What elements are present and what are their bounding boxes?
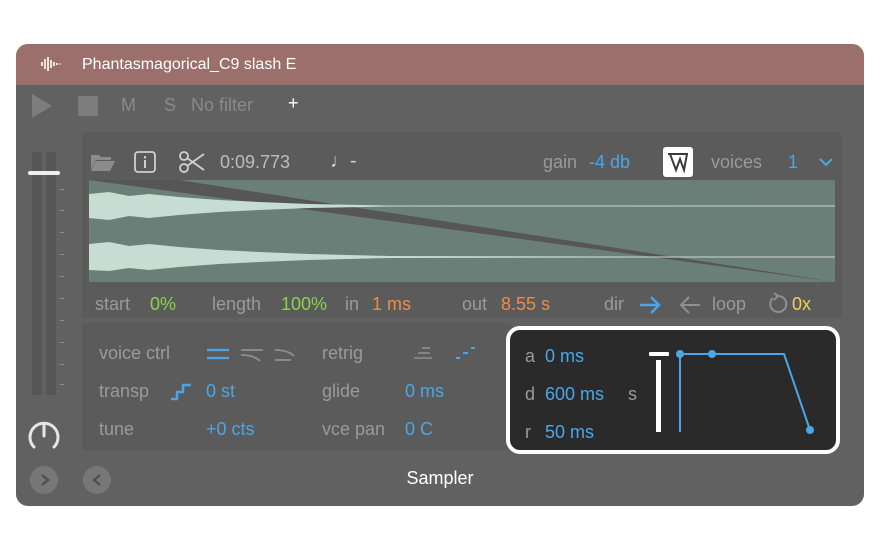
length-label: length (212, 294, 262, 314)
sustain-slider[interactable] (656, 360, 661, 432)
transp-label: transp (99, 381, 150, 401)
level-meter[interactable] (32, 152, 58, 395)
dir-label: dir (604, 294, 625, 314)
voice-panel: voice ctrl retrig transp 0 st glide 0 ms… (82, 323, 512, 451)
decay-value[interactable]: 600 ms (545, 384, 604, 405)
vce-pan-label: vce pan (322, 419, 386, 439)
gain-value[interactable]: -4 db (589, 152, 630, 173)
release-handle[interactable] (806, 426, 814, 434)
adsr-envelope-graph[interactable] (672, 344, 822, 444)
sustain-slider-cap[interactable] (649, 352, 669, 356)
start-value[interactable]: 0% (150, 294, 176, 315)
out-label: out (462, 294, 488, 314)
add-filter-button[interactable]: + (288, 93, 299, 114)
arrow-right-icon[interactable] (638, 295, 662, 315)
info-icon[interactable] (133, 150, 157, 174)
release-value[interactable]: 50 ms (545, 422, 594, 443)
loop-icon[interactable] (766, 292, 790, 316)
device-title: Phantasmagorical_C9 slash E (82, 56, 297, 73)
play-icon[interactable] (30, 93, 54, 119)
decay-label: d (525, 384, 536, 404)
chevron-down-icon[interactable] (819, 157, 833, 167)
stop-button[interactable] (78, 96, 98, 116)
gain-label: gain (543, 152, 578, 172)
pan-knob-icon[interactable] (26, 418, 62, 454)
mute-button[interactable]: M (121, 95, 136, 116)
decay-handle[interactable] (708, 350, 716, 358)
voices-label: voices (711, 152, 763, 172)
arrow-left-icon[interactable] (678, 295, 702, 315)
glide-value[interactable]: 0 ms (405, 381, 444, 402)
transpose-step-icon[interactable] (170, 382, 192, 402)
loop-count[interactable]: 0x (792, 294, 811, 315)
sample-panel: 0:09.773 ♩- gain -4 db voices 1 start 0%… (82, 132, 842, 318)
voices-value[interactable]: 1 (788, 152, 798, 173)
fade-in-value[interactable]: 1 ms (372, 294, 411, 315)
scissors-icon[interactable] (178, 150, 206, 174)
fade-out-value[interactable]: 8.55 s (501, 294, 550, 315)
volume-fader-handle[interactable] (28, 171, 60, 175)
loop-label: loop (712, 294, 747, 314)
release-label: r (525, 422, 531, 442)
transp-value[interactable]: 0 st (206, 381, 235, 402)
attack-label: a (525, 346, 536, 366)
envelope-panel: a 0 ms d 600 ms s r 50 ms (506, 326, 840, 454)
folder-open-icon[interactable] (90, 152, 116, 172)
glide-label: glide (322, 381, 361, 401)
attack-value[interactable]: 0 ms (545, 346, 584, 367)
vce-pan-value[interactable]: 0 C (405, 419, 433, 440)
transport-bar: M S No filter + (16, 85, 864, 125)
voice-mode-parallel-icon[interactable] (206, 347, 230, 361)
retrig-label: retrig (322, 343, 364, 363)
tune-label: tune (99, 419, 135, 439)
clip-duration: 0:09.773 (220, 152, 291, 172)
waveform-display[interactable] (89, 180, 835, 282)
device-name: Sampler (406, 468, 474, 488)
tempo-note-icon[interactable]: ♩- (330, 150, 357, 173)
warp-mode-icon[interactable] (663, 147, 693, 177)
attack-handle[interactable] (676, 350, 684, 358)
in-label: in (345, 294, 360, 314)
length-value[interactable]: 100% (281, 294, 327, 315)
tune-value[interactable]: +0 cts (206, 419, 255, 440)
title-bar[interactable]: Phantasmagorical_C9 slash E (16, 44, 864, 85)
voice-ctrl-label: voice ctrl (99, 343, 171, 363)
retrig-off-icon[interactable] (412, 345, 434, 361)
voice-mode-up-icon[interactable] (274, 347, 298, 363)
filter-selector[interactable]: No filter (191, 95, 253, 116)
waveform-icon (41, 57, 61, 71)
voice-mode-down-icon[interactable] (240, 347, 264, 363)
retrig-on-icon[interactable] (454, 345, 476, 361)
sustain-label: s (628, 384, 637, 404)
solo-button[interactable]: S (164, 95, 176, 116)
start-label: start (95, 294, 131, 314)
